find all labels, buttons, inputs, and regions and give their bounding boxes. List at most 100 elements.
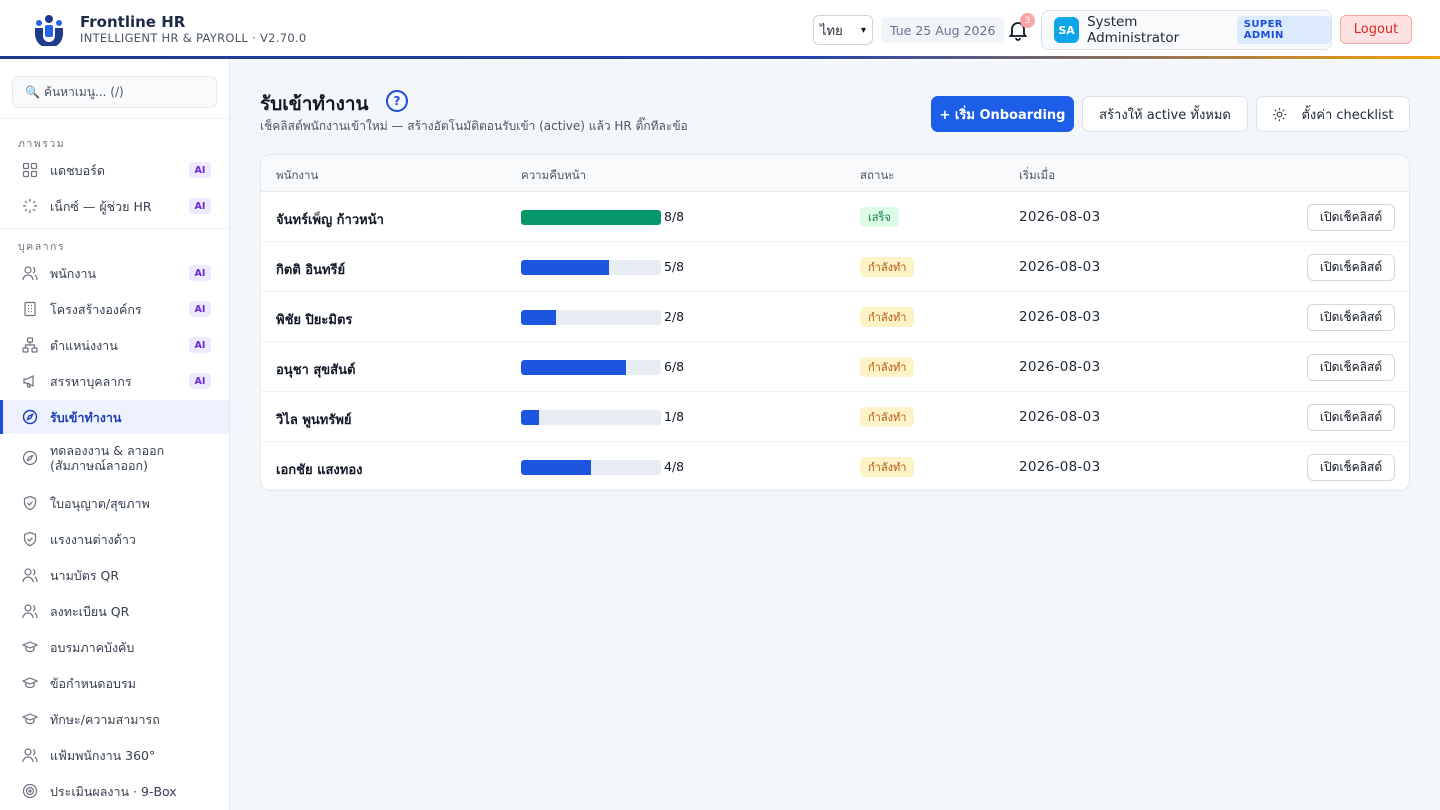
activate-all-button[interactable]: สร้างให้ active ทั้งหมด [1082,96,1248,132]
configure-checklist-label: ตั้งค่า checklist [1301,107,1394,123]
users-icon [22,568,38,583]
sidebar-item-label: สรรหาบุคลากร [50,373,132,389]
progress-count: 5/8 [664,259,685,274]
sidebar-item-dashboard[interactable]: แดชบอร์ด AI [0,153,229,187]
sidebar-item-qr-business-card[interactable]: นามบัตร QR [0,558,229,592]
sidebar-item-qr-registration[interactable]: ลงทะเบียน QR [0,594,229,628]
sidebar-item-label: ประเมินผลงาน · 9-Box [50,783,177,799]
target-icon [22,783,38,799]
language-value: ไทย [820,23,843,39]
progress-count: 4/8 [664,459,685,474]
sidebar-item-recruitment[interactable]: สรรหาบุคลากร AI [0,364,229,398]
sidebar-item-foreign-workers[interactable]: แรงงานต่างด้าว [0,522,229,556]
avatar: SA [1054,17,1080,43]
progress-count: 6/8 [664,359,685,374]
help-icon[interactable]: ? [386,90,408,112]
column-header-status: สถานะ [860,168,895,182]
sidebar-item-hr-assistant[interactable]: เน็กซ์ — ผู้ช่วย HR AI [0,189,229,223]
compass-icon [22,409,38,425]
language-select[interactable]: ไทย ▾ [813,15,873,45]
employee-name: กิตติ อินทรีย์ [276,263,346,278]
employee-name: จันทร์เพ็ญ ก้าวหน้า [276,213,384,228]
section-label-overview: ภาพรวม [18,138,66,150]
progress-bar-fill [521,310,556,325]
start-onboarding-button[interactable]: + เริ่ม Onboarding [931,96,1074,132]
column-header-start-date: เริ่มเมื่อ [1019,168,1056,182]
sidebar-item-mandatory-training[interactable]: อบรมภาคบังคับ [0,630,229,664]
notification-badge: 3 [1020,13,1035,28]
ai-badge: AI [189,373,211,389]
hierarchy-icon [22,337,38,353]
open-checklist-button[interactable]: เปิดเช็คลิสต์ [1307,304,1395,331]
sidebar-item-label: ใบอนุญาต/สุขภาพ [50,495,150,511]
top-bar: Frontline HR INTELLIGENT HR & PAYROLL · … [0,0,1440,60]
progress-bar [521,260,661,275]
sidebar-item-label: ทดลองงาน & ลาออก (สัมภาษณ์ลาออก) [50,443,164,473]
configure-checklist-button[interactable]: ตั้งค่า checklist [1256,96,1410,132]
graduation-cap-icon [22,677,38,689]
table-row: วิไล พูนทรัพย์ 1/8 กำลังทำ 2026-08-03 เปิดเช… [261,392,1409,442]
sidebar-item-label-line1: ทดลองงาน & ลาออก [50,443,165,458]
sidebar-item-label: ข้อกำหนดอบรม [50,675,136,691]
sidebar-item-licenses-health[interactable]: ใบอนุญาต/สุขภาพ [0,486,229,520]
progress-bar-fill [521,360,626,375]
ai-badge: AI [189,337,211,353]
user-menu[interactable]: SA System Administrator SUPER ADMIN [1041,10,1332,50]
sidebar-item-skills[interactable]: ทักษะ/ความสามารถ [0,702,229,736]
progress-bar-fill [521,410,539,425]
employee-name: พิชัย ปิยะมิตร [276,313,353,328]
sidebar-item-probation-resignation[interactable]: ทดลองงาน & ลาออก (สัมภาษณ์ลาออก) [0,436,229,480]
building-icon [24,301,36,317]
sidebar-item-employees[interactable]: พนักงาน AI [0,256,229,290]
open-checklist-button[interactable]: เปิดเช็คลิสต์ [1307,454,1395,481]
logout-button[interactable]: Logout [1340,15,1412,44]
start-date: 2026-08-03 [1019,459,1101,475]
open-checklist-button[interactable]: เปิดเช็คลิสต์ [1307,354,1395,381]
open-checklist-button[interactable]: เปิดเช็คลิสต์ [1307,204,1395,231]
shield-check-icon [23,531,37,547]
sidebar-item-training-requirements[interactable]: ข้อกำหนดอบรม [0,666,229,700]
gear-icon [1273,107,1287,121]
compass-icon [22,450,38,466]
graduation-cap-icon [22,641,38,653]
sidebar-item-label: ทักษะ/ความสามารถ [50,711,160,727]
progress-count: 2/8 [664,309,685,324]
table-row: จันทร์เพ็ญ ก้าวหน้า 8/8 เสร็จ 2026-08-03 เปิ… [261,192,1409,242]
sidebar-item-label: แรงงานต่างด้าว [50,531,136,547]
users-icon [22,266,38,281]
start-date: 2026-08-03 [1019,309,1101,325]
status-badge: เสร็จ [860,207,899,227]
users-icon [22,604,38,619]
sidebar-item-performance-9box[interactable]: ประเมินผลงาน · 9-Box [0,774,229,808]
date-chip: Tue 25 Aug 2026 [881,17,1005,43]
column-header-progress: ความคืบหน้า [521,168,587,182]
brand[interactable]: Frontline HR INTELLIGENT HR & PAYROLL · … [32,12,307,46]
sidebar-item-employee-360[interactable]: แฟ้มพนักงาน 360° [0,738,229,772]
sidebar-item-positions[interactable]: ตำแหน่งงาน AI [0,328,229,362]
shield-check-icon [23,495,37,511]
menu-search-input[interactable]: 🔍 ค้นหาเมนู... (/) [12,76,217,108]
sidebar-item-onboarding[interactable]: รับเข้าทำงาน [0,400,229,434]
progress-bar [521,360,661,375]
column-header-employee: พนักงาน [276,168,319,182]
open-checklist-button[interactable]: เปิดเช็คลิสต์ [1307,404,1395,431]
status-badge: กำลังทำ [860,357,915,377]
start-date: 2026-08-03 [1019,259,1101,275]
sidebar: 🔍 ค้นหาเมนู... (/) ภาพรวม แดชบอร์ด AI เน… [0,60,230,810]
start-date: 2026-08-03 [1019,359,1101,375]
megaphone-icon [23,375,34,388]
table-row: อนุชา สุขสันต์ 6/8 กำลังทำ 2026-08-03 เปิดเช… [261,342,1409,392]
table-header: พนักงาน ความคืบหน้า สถานะ เริ่มเมื่อ [261,155,1409,192]
open-checklist-button[interactable]: เปิดเช็คลิสต์ [1307,254,1395,281]
sidebar-item-label: พนักงาน [50,265,97,281]
sidebar-item-label: ลงทะเบียน QR [50,603,130,619]
progress-count: 8/8 [664,209,685,224]
sidebar-item-label: อบรมภาคบังคับ [50,639,135,655]
sidebar-item-label: ตำแหน่งงาน [50,337,118,353]
status-badge: กำลังทำ [860,307,915,327]
status-badge: กำลังทำ [860,457,915,477]
start-date: 2026-08-03 [1019,209,1101,225]
sidebar-item-org-structure[interactable]: โครงสร้างองค์กร AI [0,292,229,326]
ai-badge: AI [189,162,211,178]
sidebar-item-label: นามบัตร QR [50,567,120,583]
